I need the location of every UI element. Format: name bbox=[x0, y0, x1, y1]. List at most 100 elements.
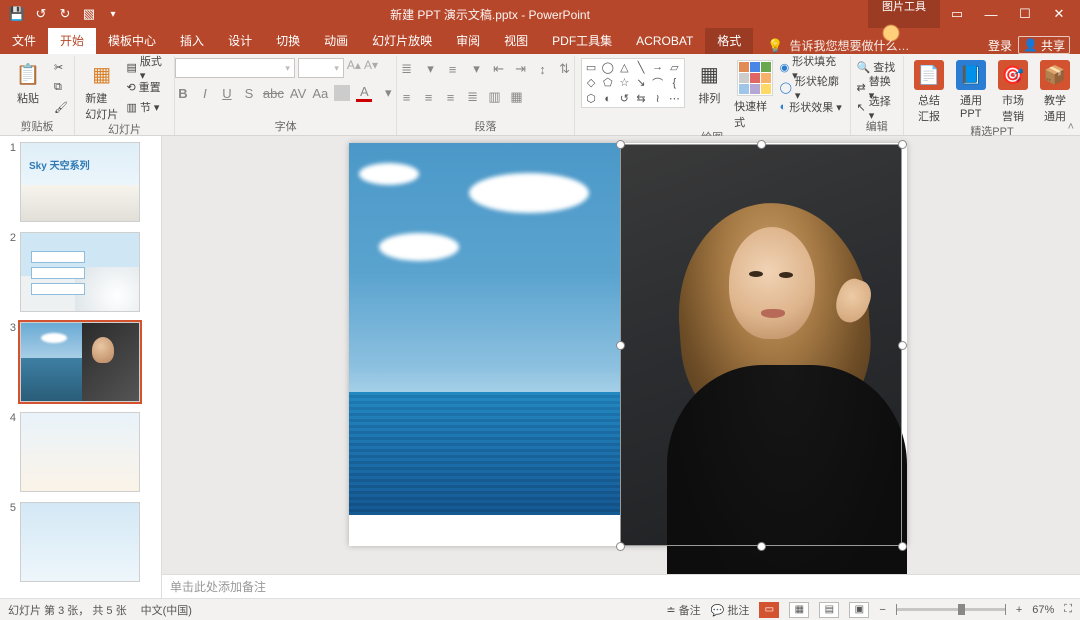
zoom-slider[interactable] bbox=[896, 608, 1006, 611]
notes-toggle[interactable]: ≐ 备注 bbox=[666, 602, 700, 618]
change-case-button[interactable]: Aa bbox=[312, 86, 328, 101]
font-size-combo[interactable]: ▾ bbox=[298, 58, 344, 78]
resize-handle-n[interactable] bbox=[757, 140, 766, 149]
line-spacing-icon[interactable]: ↕ bbox=[535, 62, 551, 77]
qat-more-icon[interactable]: ▾ bbox=[102, 3, 124, 25]
thumb-4[interactable]: 4 bbox=[2, 412, 159, 492]
copy-button[interactable]: ⧉ bbox=[54, 78, 68, 96]
redo-icon[interactable]: ↻ bbox=[54, 3, 76, 25]
smartart-icon[interactable]: ▦ bbox=[509, 89, 525, 105]
notes-pane[interactable]: 单击此处添加备注 bbox=[162, 574, 1080, 598]
sky-image[interactable] bbox=[349, 143, 621, 515]
share-button[interactable]: 👤共享 bbox=[1018, 36, 1070, 54]
tab-view[interactable]: 视图 bbox=[492, 28, 540, 54]
quick-styles-button[interactable]: 快速样式 bbox=[734, 58, 775, 130]
numbering-icon[interactable]: ≡ bbox=[445, 62, 461, 77]
featured-teaching[interactable]: 📦教学 通用 bbox=[1036, 58, 1074, 124]
language-indicator[interactable]: 中文(中国) bbox=[141, 602, 192, 618]
new-slide-button[interactable]: ▦ 新建 幻灯片 bbox=[81, 58, 122, 122]
thumb-1[interactable]: 1Sky 天空系列 bbox=[2, 142, 159, 222]
new-slide-icon: ▦ bbox=[88, 60, 116, 88]
arrange-button[interactable]: ▦排列 bbox=[689, 58, 730, 106]
featured-general[interactable]: 📘通用 PPT bbox=[952, 58, 990, 120]
featured-marketing[interactable]: 🎯市场 营销 bbox=[994, 58, 1032, 124]
tab-design[interactable]: 设计 bbox=[216, 28, 264, 54]
tab-picture-format[interactable]: 格式 bbox=[705, 28, 753, 54]
reading-view-button[interactable]: ▤ bbox=[819, 602, 839, 618]
italic-button[interactable]: I bbox=[197, 86, 213, 101]
close-icon[interactable]: ✕ bbox=[1042, 3, 1076, 25]
tab-file[interactable]: 文件 bbox=[0, 28, 48, 54]
resize-handle-w[interactable] bbox=[616, 341, 625, 350]
slideshow-view-button[interactable]: ▣ bbox=[849, 602, 869, 618]
tab-template-center[interactable]: 模板中心 bbox=[96, 28, 168, 54]
thumb-2[interactable]: 2 bbox=[2, 232, 159, 312]
font-color-button[interactable]: A bbox=[356, 84, 372, 102]
bold-button[interactable]: B bbox=[175, 86, 191, 101]
shape-outline-button[interactable]: ◯形状轮廓 ▾ bbox=[780, 78, 844, 96]
underline-button[interactable]: U bbox=[219, 86, 235, 101]
reset-button[interactable]: ⟲重置 bbox=[126, 78, 167, 96]
resize-handle-e[interactable] bbox=[898, 341, 907, 350]
decrease-font-icon[interactable]: A▾ bbox=[364, 58, 378, 78]
normal-view-button[interactable]: ▭ bbox=[759, 602, 779, 618]
char-spacing-button[interactable]: AV bbox=[290, 86, 306, 101]
maximize-icon[interactable]: ☐ bbox=[1008, 3, 1042, 25]
start-from-beginning-icon[interactable]: ▧ bbox=[78, 3, 100, 25]
ribbon-display-options-icon[interactable]: ▭ bbox=[940, 3, 974, 25]
tab-pdf-tools[interactable]: PDF工具集 bbox=[540, 28, 624, 54]
align-left-icon[interactable]: ≡ bbox=[399, 90, 415, 105]
columns-icon[interactable]: ▥ bbox=[487, 89, 503, 105]
paste-button[interactable]: 📋 粘贴 bbox=[6, 58, 50, 106]
thumb-5[interactable]: 5 bbox=[2, 502, 159, 582]
section-button[interactable]: ▥节 ▾ bbox=[126, 98, 167, 116]
tab-home[interactable]: 开始 bbox=[48, 28, 96, 54]
save-icon[interactable]: 💾 bbox=[6, 3, 28, 25]
fit-to-window-icon[interactable]: ⛶ bbox=[1064, 603, 1072, 616]
strike-button[interactable]: abc bbox=[263, 86, 284, 101]
cut-button[interactable]: ✂ bbox=[54, 58, 68, 76]
slide-counter[interactable]: 幻灯片 第 3 张， 共 5 张 bbox=[8, 602, 127, 618]
resize-handle-sw[interactable] bbox=[616, 542, 625, 551]
zoom-out-button[interactable]: − bbox=[879, 604, 885, 616]
zoom-level[interactable]: 67% bbox=[1032, 604, 1054, 616]
tab-transition[interactable]: 切换 bbox=[264, 28, 312, 54]
select-button[interactable]: ↖选择 ▾ bbox=[857, 98, 897, 116]
tell-me[interactable]: 💡 告诉我您想要做什么… bbox=[767, 37, 909, 54]
signin-link[interactable]: 登录 bbox=[988, 37, 1012, 54]
tab-slideshow[interactable]: 幻灯片放映 bbox=[360, 28, 444, 54]
bullets-icon[interactable]: ≣ bbox=[399, 61, 415, 77]
canvas-area[interactable]: ⟳ bbox=[162, 136, 1080, 574]
resize-handle-s[interactable] bbox=[757, 542, 766, 551]
resize-handle-ne[interactable] bbox=[898, 140, 907, 149]
contextual-tool-tab[interactable]: 图片工具 bbox=[868, 0, 940, 28]
featured-summary[interactable]: 📄总结 汇报 bbox=[910, 58, 948, 124]
decrease-indent-icon[interactable]: ⇤ bbox=[491, 61, 507, 77]
shape-effects-button[interactable]: ◐形状效果 ▾ bbox=[780, 98, 844, 116]
layout-button[interactable]: ▤版式 ▾ bbox=[126, 58, 167, 76]
thumb-3[interactable]: 3 bbox=[2, 322, 159, 402]
shadow-button[interactable]: S bbox=[241, 86, 257, 101]
undo-icon[interactable]: ↺ bbox=[30, 3, 52, 25]
align-right-icon[interactable]: ≡ bbox=[443, 90, 459, 105]
align-center-icon[interactable]: ≡ bbox=[421, 90, 437, 105]
increase-indent-icon[interactable]: ⇥ bbox=[513, 61, 529, 77]
tab-acrobat[interactable]: ACROBAT bbox=[624, 28, 705, 54]
group-editing: 🔍查找 ⇄替换 ▾ ↖选择 ▾ 编辑 bbox=[851, 56, 904, 135]
sorter-view-button[interactable]: ▦ bbox=[789, 602, 809, 618]
collapse-ribbon-icon[interactable]: ˄ bbox=[1068, 121, 1074, 133]
tab-review[interactable]: 审阅 bbox=[444, 28, 492, 54]
text-direction-icon[interactable]: ⇅ bbox=[557, 61, 573, 77]
comments-toggle[interactable]: 💬 批注 bbox=[711, 602, 750, 618]
resize-handle-se[interactable] bbox=[898, 542, 907, 551]
increase-font-icon[interactable]: A▴ bbox=[347, 58, 361, 78]
font-family-combo[interactable]: ▾ bbox=[175, 58, 295, 78]
resize-handle-nw[interactable] bbox=[616, 140, 625, 149]
zoom-in-button[interactable]: + bbox=[1016, 604, 1022, 616]
shapes-gallery[interactable]: ▭◯△╲→▱ ◇⬠☆↘⌒{ ⬡◐↺⇆≀⋯ bbox=[581, 58, 685, 108]
tab-animation[interactable]: 动画 bbox=[312, 28, 360, 54]
format-painter-button[interactable]: 🖌 bbox=[54, 98, 68, 116]
tab-insert[interactable]: 插入 bbox=[168, 28, 216, 54]
minimize-icon[interactable]: — bbox=[974, 3, 1008, 25]
justify-icon[interactable]: ≣ bbox=[465, 89, 481, 105]
